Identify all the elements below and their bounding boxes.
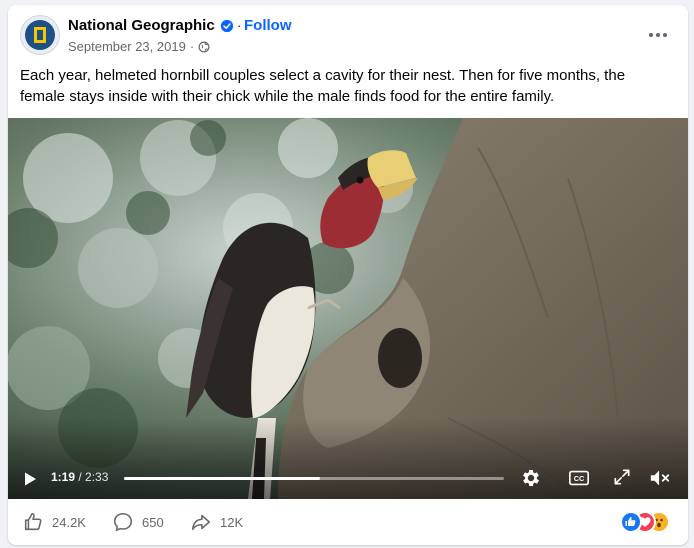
verified-badge-icon (220, 19, 234, 33)
video-player[interactable]: 1:19 / 2:33 CC (8, 118, 688, 499)
share-arrow-icon (191, 514, 211, 531)
reaction-summary[interactable] (620, 511, 680, 533)
play-icon[interactable] (22, 471, 38, 487)
share-count: 12K (220, 514, 244, 530)
page-avatar[interactable] (20, 15, 60, 55)
comment-count: 650 (142, 514, 164, 530)
fullscreen-icon[interactable] (612, 467, 632, 487)
svg-text:CC: CC (574, 474, 585, 483)
comment-icon (113, 512, 133, 532)
like-thumb-icon (24, 512, 42, 531)
current-time: 1:19 (51, 470, 76, 484)
national-geographic-logo-icon (25, 20, 55, 50)
video-time: 1:19 / 2:33 (51, 470, 108, 484)
page-name-link[interactable]: National Geographic (68, 17, 215, 34)
more-options-icon[interactable] (642, 19, 674, 51)
like-reaction-icon (620, 511, 642, 533)
post-date[interactable]: September 23, 2019 (68, 39, 186, 54)
hornbill-video-frame (8, 118, 688, 499)
like-count: 24.2K (52, 514, 86, 530)
post-header: National Geographic · Follow September 2… (8, 5, 688, 65)
settings-gear-icon[interactable] (520, 467, 542, 489)
meta-separator: · (189, 39, 195, 54)
share-button[interactable]: 12K (190, 511, 243, 533)
globe-icon (198, 41, 210, 52)
captions-icon[interactable]: CC (568, 467, 590, 489)
separator-dot: · (237, 18, 242, 33)
like-button[interactable]: 24.2K (22, 511, 86, 533)
duration: / 2:33 (78, 470, 109, 484)
mute-icon[interactable] (648, 467, 672, 489)
video-controls: 1:19 / 2:33 CC (8, 458, 688, 499)
comment-button[interactable]: 650 (112, 511, 164, 533)
post-footer: 24.2K 650 12K (8, 499, 688, 545)
video-progress-bar[interactable] (124, 477, 504, 480)
post-card: National Geographic · Follow September 2… (8, 5, 688, 545)
post-caption: Each year, helmeted hornbill couples sel… (20, 67, 626, 105)
follow-button[interactable]: Follow (244, 17, 292, 34)
post-meta: September 23, 2019 · (68, 39, 210, 54)
video-progress-fill (124, 477, 321, 480)
